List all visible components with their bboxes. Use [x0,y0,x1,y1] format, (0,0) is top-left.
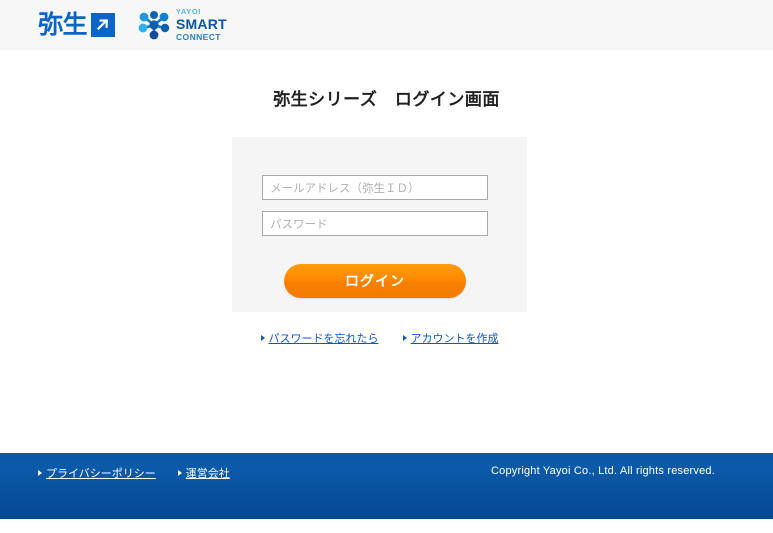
page-title: 弥生シリーズ ログイン画面 [273,90,500,110]
main-content: 弥生シリーズ ログイン画面 ログイン パスワードを忘れたら アカウントを作成 [0,50,773,453]
yayoi-brand-name: 弥生 [38,10,88,39]
triangle-right-icon [402,335,407,341]
auth-help-links: パスワードを忘れたら アカウントを作成 [232,330,527,346]
login-button[interactable]: ログイン [284,264,466,298]
login-fields [262,175,488,236]
forgot-password-link[interactable]: パスワードを忘れたら [260,330,379,346]
footer-link-group: プライバシーポリシー 運営会社 [38,465,230,481]
wordmark-line-yayoi: YAYOI [176,7,201,17]
create-account-label: アカウントを作成 [410,332,499,345]
arrow-up-right-icon [91,13,116,37]
yayoi-brand-logo[interactable]: 弥生 [38,10,116,39]
site-footer: プライバシーポリシー 運営会社 Copyright Yayoi Co., Ltd… [0,453,773,519]
network-nodes-icon [137,8,171,42]
triangle-right-icon [177,470,182,476]
company-info-link[interactable]: 運営会社 [177,465,230,481]
wordmark-line-connect: CONNECT [176,31,221,42]
privacy-policy-link[interactable]: プライバシーポリシー [38,465,156,481]
triangle-right-icon [38,470,42,476]
email-field[interactable] [262,175,488,200]
yayoi-smart-connect-logo[interactable]: YAYOI SMART CONNECT [137,5,227,45]
password-field[interactable] [262,211,488,236]
company-info-label: 運営会社 [185,467,230,480]
triangle-right-icon [260,335,265,341]
login-form-panel: ログイン [232,137,527,312]
site-header: 弥生 YAYOI SMART CONNECT [0,0,773,50]
smart-connect-wordmark: YAYOI SMART CONNECT [176,8,227,42]
wordmark-line-smart: SMART [176,15,227,32]
privacy-policy-label: プライバシーポリシー [46,467,156,480]
forgot-password-label: パスワードを忘れたら [268,332,379,345]
header-logo-group: 弥生 YAYOI SMART CONNECT [38,0,227,50]
create-account-link[interactable]: アカウントを作成 [402,330,499,346]
copyright-text: Copyright Yayoi Co., Ltd. All rights res… [490,465,715,477]
